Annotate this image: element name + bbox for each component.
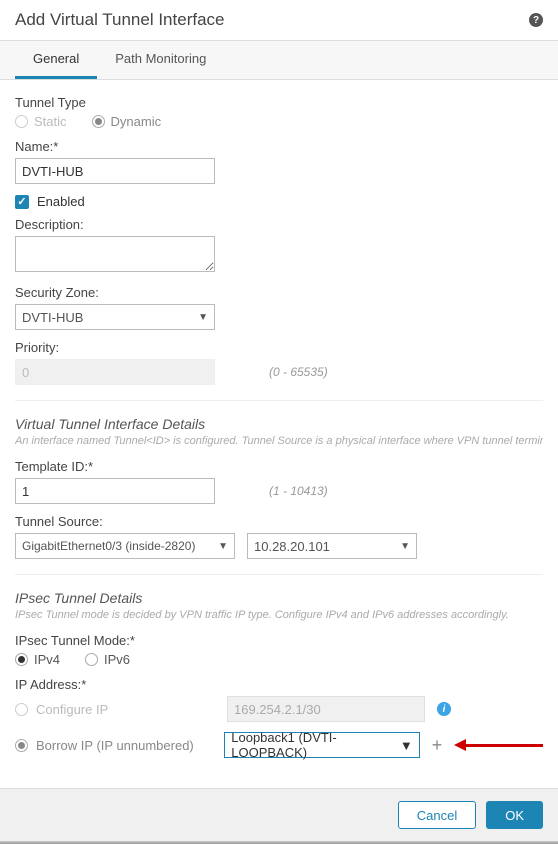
- ipsec-mode-ipv6[interactable]: IPv6: [85, 652, 130, 667]
- priority-hint: (0 - 65535): [269, 365, 328, 379]
- security-zone-select[interactable]: DVTI-HUB ▼: [15, 304, 215, 330]
- security-zone-row: Security Zone: DVTI-HUB ▼: [15, 285, 543, 330]
- dialog-container: Add Virtual Tunnel Interface ? General P…: [0, 0, 558, 844]
- radio-icon: [15, 653, 28, 666]
- borrow-ip-label[interactable]: Borrow IP (IP unnumbered): [36, 738, 194, 753]
- priority-input: 0: [15, 359, 215, 385]
- name-row: Name:*: [15, 139, 543, 184]
- name-input[interactable]: [15, 158, 215, 184]
- priority-label: Priority:: [15, 340, 543, 355]
- tabs-bar: General Path Monitoring: [0, 40, 558, 80]
- chevron-down-icon: ▼: [198, 312, 208, 323]
- dialog-header: Add Virtual Tunnel Interface ?: [0, 0, 558, 40]
- borrow-ip-value: Loopback1 (DVTI-LOOPBACK): [231, 730, 400, 760]
- priority-row: Priority: 0 (0 - 65535): [15, 340, 543, 385]
- ip-address-label: IP Address:*: [15, 677, 543, 692]
- tunnel-source-ip-value: 10.28.20.101: [254, 539, 330, 554]
- vti-section-title: Virtual Tunnel Interface Details: [15, 416, 543, 432]
- separator: [15, 400, 543, 401]
- chevron-down-icon: ▼: [400, 541, 410, 552]
- borrow-ip-row: Borrow IP (IP unnumbered) Loopback1 (DVT…: [15, 732, 543, 758]
- dialog-body: Tunnel Type Static Dynamic Name:* ✓ Enab…: [0, 80, 558, 788]
- configure-ip-input: 169.254.2.1/30: [227, 696, 425, 722]
- tunnel-type-static: Static: [15, 114, 67, 129]
- name-label: Name:*: [15, 139, 543, 154]
- ok-button[interactable]: OK: [486, 801, 543, 829]
- radio-icon: [15, 115, 28, 128]
- chevron-down-icon: ▼: [400, 738, 413, 753]
- help-icon[interactable]: ?: [529, 13, 543, 27]
- info-icon[interactable]: i: [437, 702, 451, 716]
- description-input[interactable]: [15, 236, 215, 272]
- description-row: Description:: [15, 217, 543, 275]
- dialog-footer: Cancel OK: [0, 788, 558, 841]
- template-id-input[interactable]: [15, 478, 215, 504]
- dynamic-label: Dynamic: [111, 114, 162, 129]
- priority-value: 0: [22, 365, 29, 380]
- template-id-label: Template ID:*: [15, 459, 543, 474]
- static-label: Static: [34, 114, 67, 129]
- radio-icon: [92, 115, 105, 128]
- ipsec-mode-ipv4[interactable]: IPv4: [15, 652, 60, 667]
- borrow-ip-select[interactable]: Loopback1 (DVTI-LOOPBACK) ▼: [224, 732, 419, 758]
- tab-path-monitoring[interactable]: Path Monitoring: [97, 41, 224, 79]
- configure-ip-label: Configure IP: [36, 702, 108, 717]
- vti-section-sub: An interface named Tunnel<ID> is configu…: [15, 435, 543, 447]
- ipv6-label: IPv6: [104, 652, 130, 667]
- template-id-row: Template ID:* (1 - 10413): [15, 459, 543, 504]
- cancel-button[interactable]: Cancel: [398, 801, 476, 829]
- separator: [15, 574, 543, 575]
- dialog-title: Add Virtual Tunnel Interface: [15, 10, 225, 30]
- configure-ip-value: 169.254.2.1/30: [234, 702, 321, 717]
- configure-ip-row: Configure IP 169.254.2.1/30 i: [15, 696, 543, 722]
- tunnel-type-label: Tunnel Type: [15, 95, 543, 110]
- ipsec-section-title: IPsec Tunnel Details: [15, 590, 543, 606]
- tunnel-source-iface-value: GigabitEthernet0/3 (inside-2820): [22, 539, 195, 553]
- tunnel-type-dynamic: Dynamic: [92, 114, 162, 129]
- radio-icon: [85, 653, 98, 666]
- chevron-down-icon: ▼: [218, 541, 228, 552]
- ipsec-mode-label: IPsec Tunnel Mode:*: [15, 633, 543, 648]
- checkbox-icon[interactable]: ✓: [15, 195, 29, 209]
- template-id-hint: (1 - 10413): [269, 484, 328, 498]
- tunnel-source-iface-select[interactable]: GigabitEthernet0/3 (inside-2820) ▼: [15, 533, 235, 559]
- tunnel-source-row: Tunnel Source: GigabitEthernet0/3 (insid…: [15, 514, 543, 559]
- radio-icon[interactable]: [15, 739, 28, 752]
- security-zone-value: DVTI-HUB: [22, 310, 83, 325]
- enabled-label: Enabled: [37, 194, 85, 209]
- enabled-row[interactable]: ✓ Enabled: [15, 194, 543, 209]
- add-icon[interactable]: +: [432, 735, 443, 756]
- tunnel-type-row: Tunnel Type Static Dynamic: [15, 95, 543, 129]
- security-zone-label: Security Zone:: [15, 285, 543, 300]
- tab-general[interactable]: General: [15, 41, 97, 79]
- radio-icon: [15, 703, 28, 716]
- ipsec-mode-row: IPsec Tunnel Mode:* IPv4 IPv6: [15, 633, 543, 667]
- tunnel-source-ip-select[interactable]: 10.28.20.101 ▼: [247, 533, 417, 559]
- annotation-arrow: [454, 738, 543, 752]
- description-label: Description:: [15, 217, 543, 232]
- ip-address-row: IP Address:* Configure IP 169.254.2.1/30…: [15, 677, 543, 758]
- ipv4-label: IPv4: [34, 652, 60, 667]
- ipsec-section-sub: IPsec Tunnel mode is decided by VPN traf…: [15, 609, 543, 621]
- tunnel-source-label: Tunnel Source:: [15, 514, 543, 529]
